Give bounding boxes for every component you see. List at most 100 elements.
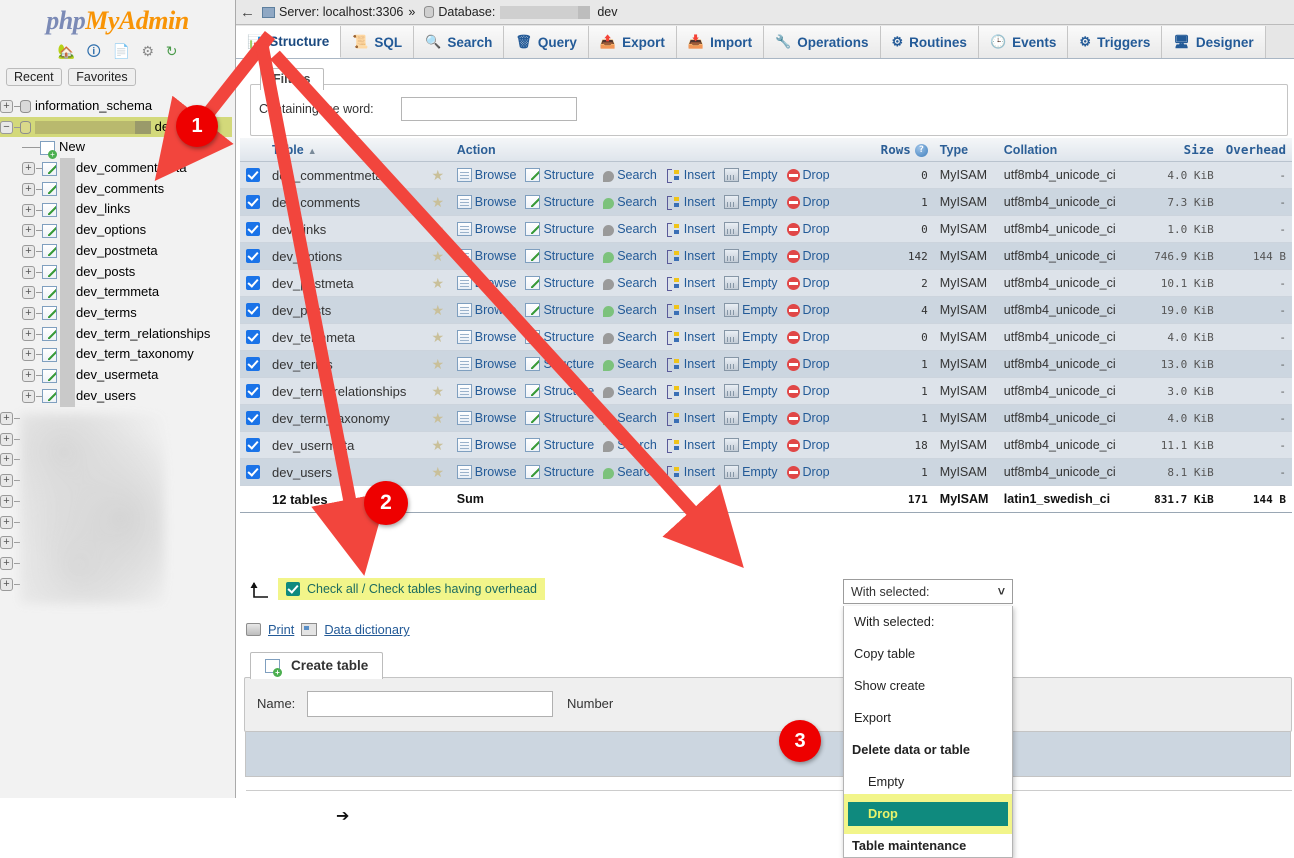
row-table-name[interactable]: dev_users [266,458,425,486]
header-rows[interactable]: Rows? [874,138,934,162]
favorite-star-icon[interactable]: ★ [424,242,451,270]
row-table-name[interactable]: dev_postmeta [266,269,425,297]
tree-item-dev_links[interactable]: + dev_links [0,199,232,221]
action-structure[interactable]: Structure [525,168,594,182]
tree-item-dev_posts[interactable]: + dev_posts [0,261,232,283]
expand-icon[interactable]: + [22,265,35,279]
expand-icon[interactable]: + [0,556,13,570]
row-checkbox[interactable] [246,438,260,453]
favorite-star-icon[interactable]: ★ [424,215,451,243]
action-empty[interactable]: Empty [724,276,778,290]
expand-icon[interactable]: + [22,369,35,382]
table-row[interactable]: dev_terms ★ Browse Structure Search Insert Emp… [240,350,1292,378]
table-row[interactable]: dev_usermeta ★ Browse Structure Search Insert… [240,431,1292,459]
expand-icon[interactable]: + [0,412,13,426]
action-search[interactable]: Search [603,249,657,263]
action-insert[interactable]: Insert [666,168,715,183]
action-search[interactable]: Search [603,330,657,344]
row-checkbox-cell[interactable] [240,188,266,216]
favorite-star-icon[interactable]: ★ [424,188,451,216]
favorite-star-icon[interactable]: ★ [424,431,451,459]
dropdown-option-copy-table[interactable]: Copy table [844,638,1012,670]
filter-word-input[interactable] [401,97,577,121]
tab-import[interactable]: 📥 Import [676,26,765,58]
row-checkbox-cell[interactable] [240,431,266,459]
action-browse[interactable]: Browse [456,384,516,398]
tree-item-dev_term_taxonomy[interactable]: + dev_term_taxonomy [0,344,232,366]
action-browse[interactable]: Browse [456,438,516,452]
action-insert[interactable]: Insert [666,330,715,345]
expand-icon[interactable]: + [0,100,13,114]
row-table-name[interactable]: dev_posts [266,296,425,324]
header-overhead[interactable]: Overhead [1219,138,1292,162]
expand-icon[interactable]: + [22,244,35,258]
action-structure[interactable]: Structure [525,303,594,317]
table-row[interactable]: dev_options ★ Browse Structure Search Insert E… [240,242,1292,270]
row-checkbox[interactable] [246,222,260,237]
row-table-name[interactable]: dev_termmeta [266,323,425,351]
row-checkbox-cell[interactable] [240,296,266,324]
action-empty[interactable]: Empty [724,465,778,479]
action-empty[interactable]: Empty [724,330,778,344]
expand-icon[interactable]: + [22,348,35,362]
expand-icon[interactable]: + [22,203,35,217]
expand-icon[interactable]: + [22,286,35,300]
tree-item-dev_comments[interactable]: + dev_comments [0,178,232,200]
action-drop[interactable]: Drop [786,168,830,182]
tab-operations[interactable]: 🔧 Operations [764,26,881,58]
expand-icon[interactable]: + [0,453,13,467]
row-checkbox[interactable] [246,330,260,345]
action-browse[interactable]: Browse [456,357,516,371]
action-empty[interactable]: Empty [724,438,778,452]
tab-search[interactable]: 🔍 Search [414,26,505,58]
table-row[interactable]: dev_postmeta ★ Browse Structure Search Insert… [240,269,1292,297]
header-collation[interactable]: Collation [997,138,1148,162]
action-search[interactable]: Search [603,303,657,317]
table-row[interactable]: dev_commentmeta ★ Browse Structure Search Ins… [240,161,1292,189]
action-empty[interactable]: Empty [724,249,778,263]
tree-item-dev_usermeta[interactable]: + dev_usermeta [0,365,232,386]
check-all-control[interactable]: Check all / Check tables having overhead [278,578,545,600]
reload-icon[interactable]: ↻ [166,41,178,61]
dropdown-option-with-selected[interactable]: With selected: [844,606,1012,638]
back-icon[interactable]: ← [240,4,255,21]
row-table-name[interactable]: dev_comments [266,188,425,216]
collapse-icon[interactable]: − [0,120,13,134]
expand-icon[interactable]: + [0,515,13,529]
row-checkbox[interactable] [246,384,260,399]
dropdown-option-show-create[interactable]: Show create [844,670,1012,702]
row-checkbox[interactable] [246,303,260,318]
action-drop[interactable]: Drop [786,357,830,371]
expand-icon[interactable]: + [0,536,13,550]
action-search[interactable]: Search [603,168,657,182]
row-checkbox[interactable] [246,411,260,426]
tree-item-dev_term_relationships[interactable]: + dev_term_relationships [0,323,232,345]
row-checkbox[interactable] [246,168,260,183]
action-empty[interactable]: Empty [724,222,778,236]
row-checkbox-cell[interactable] [240,161,266,189]
dropdown-option-export[interactable]: Export [844,702,1012,734]
sort-asc-icon[interactable]: ▲ [308,146,317,156]
tab-sql[interactable]: 📜 SQL [341,26,415,58]
favorite-star-icon[interactable]: ★ [424,269,451,297]
action-drop[interactable]: Drop [786,330,830,344]
expand-icon[interactable]: + [22,389,35,403]
action-empty[interactable]: Empty [724,384,778,398]
action-search[interactable]: Search [603,195,657,209]
expand-icon[interactable]: + [22,327,35,341]
action-drop[interactable]: Drop [786,249,830,263]
favorite-star-icon[interactable]: ★ [424,404,451,432]
action-browse[interactable]: Browse [456,168,516,182]
tree-item-dev_options[interactable]: + dev_options [0,220,232,242]
action-insert[interactable]: Insert [666,384,715,399]
expand-icon[interactable]: + [0,474,13,488]
row-checkbox-cell[interactable] [240,215,266,243]
check-all-checkbox[interactable] [286,582,300,596]
action-insert[interactable]: Insert [666,303,715,318]
with-selected-select[interactable]: With selected: ˅ [843,579,1013,604]
action-empty[interactable]: Empty [724,357,778,371]
action-insert[interactable]: Insert [666,276,715,291]
expand-icon[interactable]: + [22,162,35,176]
action-drop[interactable]: Drop [786,384,830,398]
favorite-star-icon[interactable]: ★ [424,350,451,378]
